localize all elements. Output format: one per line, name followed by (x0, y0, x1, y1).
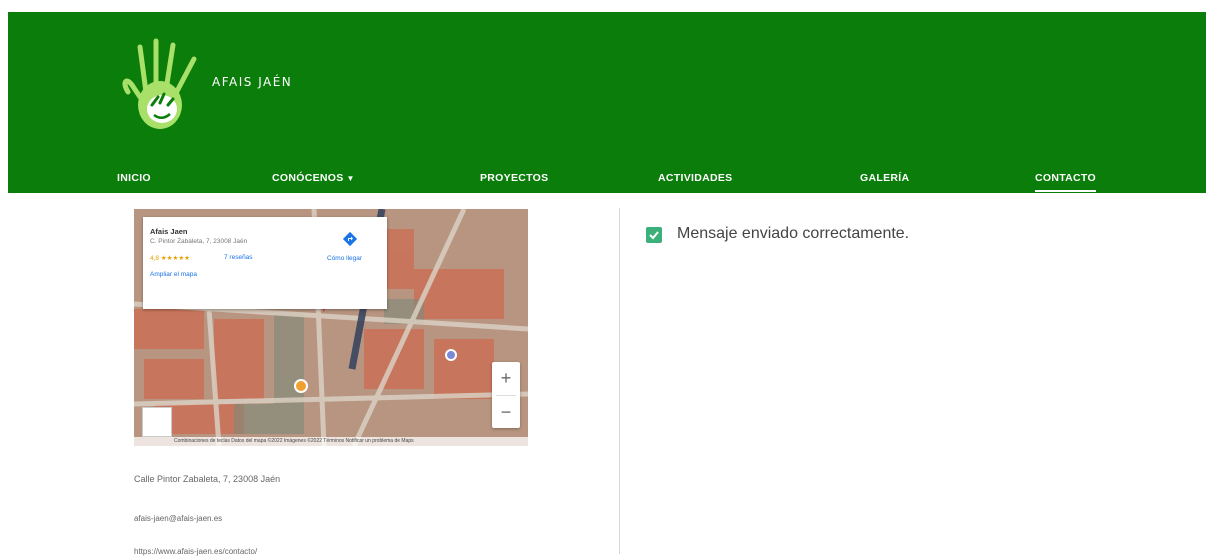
brand-name[interactable]: AFAIS JAÉN (212, 75, 292, 89)
contact-website[interactable]: https://www.afais-jaen.es/contacto/ (134, 547, 257, 556)
nav-actividades[interactable]: ACTIVIDADES (658, 172, 732, 184)
success-message: Mensaje enviado correctamente. (677, 225, 910, 242)
nav-inicio[interactable]: INICIO (117, 172, 151, 184)
contact-address: Calle Pintor Zabaleta, 7, 23008 Jaén (134, 474, 281, 484)
map-attribution: Combinaciones de teclas Datos del mapa ©… (134, 437, 528, 446)
nav-proyectos[interactable]: PROYECTOS (480, 172, 548, 184)
place-address: C. Pintor Zabaleta, 7, 23008 Jaén (150, 238, 248, 245)
zoom-in-button[interactable]: + (492, 362, 520, 395)
hand-logo-icon[interactable] (118, 37, 202, 137)
nav-conocenos-label: CONÓCENOS (272, 172, 344, 184)
column-divider (619, 208, 620, 554)
checkbox-check-icon (646, 227, 662, 243)
directions-icon[interactable] (342, 231, 358, 247)
place-rating: 4,8 ★★★★★ (150, 255, 190, 262)
nav-contacto[interactable]: CONTACTO (1035, 172, 1096, 192)
place-info-card: Afais Jaen C. Pintor Zabaleta, 7, 23008 … (143, 217, 387, 309)
embedded-map[interactable]: Afais Jaen C. Pintor Zabaleta, 7, 23008 … (134, 209, 528, 446)
reviews-link[interactable]: 7 reseñas (224, 254, 253, 261)
zoom-controls: + − (492, 362, 520, 428)
caret-down-icon: ▼ (346, 174, 355, 183)
nav-conocenos[interactable]: CONÓCENOS ▼ (272, 172, 355, 184)
zoom-out-button[interactable]: − (492, 396, 520, 428)
map-layers-button[interactable] (142, 407, 172, 437)
nav-galeria[interactable]: GALERÍA (860, 172, 909, 184)
contact-email[interactable]: afais-jaen@afais-jaen.es (134, 514, 222, 523)
site-header: AFAIS JAÉN INICIO CONÓCENOS ▼ PROYECTOS A… (8, 12, 1206, 193)
directions-link[interactable]: Cómo llegar (327, 255, 362, 262)
place-name: Afais Jaen (150, 227, 188, 236)
enlarge-map-link[interactable]: Ampliar el mapa (150, 271, 197, 278)
